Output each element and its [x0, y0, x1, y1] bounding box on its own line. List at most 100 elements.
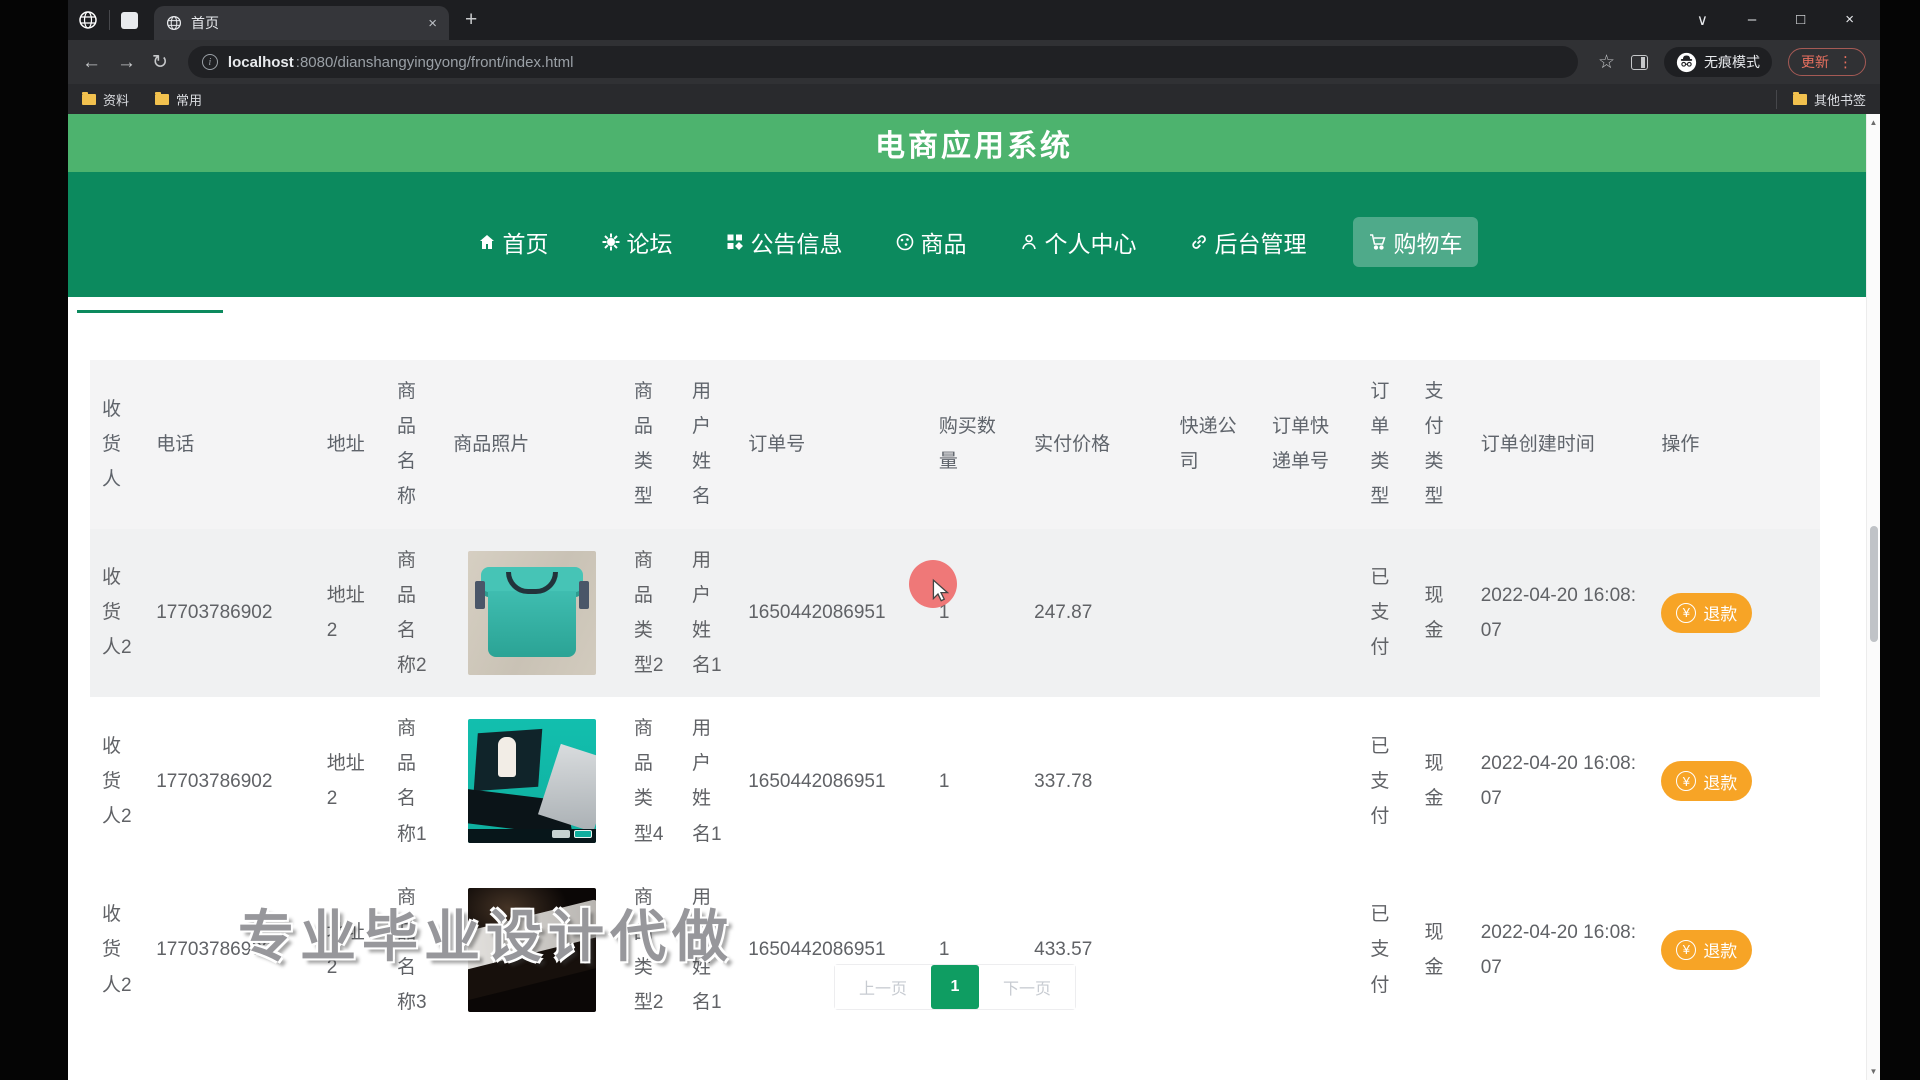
tab-favicon-globe-icon [166, 15, 182, 31]
incognito-label: 无痕模式 [1704, 52, 1760, 72]
window-close-button[interactable]: × [1845, 11, 1854, 29]
bookmark-folder-changyong[interactable]: 常用 [155, 90, 202, 109]
bookmark-star-icon[interactable]: ☆ [1598, 53, 1615, 72]
grid-icon [725, 232, 745, 252]
cell-pay-type: 现金 [1413, 529, 1469, 698]
nav-item-cart[interactable]: 购物车 [1353, 217, 1478, 267]
browser-update-button[interactable]: 更新 ⋮ [1788, 48, 1866, 76]
globe-icon [895, 232, 915, 252]
tab-title: 首页 [191, 13, 419, 33]
cart-icon [1368, 232, 1388, 252]
folder-icon [1793, 94, 1807, 105]
page-scrollbar[interactable]: ▲ ▼ [1866, 114, 1880, 1080]
titlebar-separator [109, 10, 110, 30]
app-icon [121, 12, 138, 29]
cell-quantity: 1 [927, 529, 1022, 698]
scrollbar-thumb[interactable] [1870, 526, 1878, 642]
yuan-icon: ¥ [1676, 771, 1696, 791]
main-nav: 首页 论坛 公告信息 商品 个人中心 后台管理 [68, 172, 1880, 297]
cell-tracking-no [1260, 529, 1358, 698]
url-host: localhost [228, 54, 294, 71]
nav-item-products[interactable]: 商品 [889, 217, 973, 267]
cell-product-name: 商品名称1 [385, 697, 441, 866]
col-price: 实付价格 [1022, 360, 1168, 529]
cell-user-name: 用户姓名1 [680, 529, 736, 698]
col-created: 订单创建时间 [1469, 360, 1650, 529]
col-receiver: 收货人 [90, 360, 144, 529]
home-icon [477, 232, 497, 252]
pagination-page-1[interactable]: 1 [931, 965, 979, 1009]
col-courier: 快递公司 [1168, 360, 1260, 529]
folder-icon [82, 94, 96, 105]
cell-created: 2022-04-20 16:08:07 [1469, 697, 1650, 866]
cell-product-photo [441, 529, 622, 698]
window-maximize-button[interactable]: □ [1796, 11, 1805, 29]
col-user-name: 用户姓名 [680, 360, 736, 529]
scrollbar-up-arrow-icon[interactable]: ▲ [1867, 118, 1880, 127]
link-icon [1189, 232, 1209, 252]
browser-titlebar: 首页 × + ∨ – □ × [68, 0, 1880, 40]
forward-button[interactable]: → [117, 53, 136, 72]
yuan-icon: ¥ [1676, 603, 1696, 623]
other-bookmarks[interactable]: 其他书签 [1776, 90, 1866, 109]
url-bar[interactable]: i localhost :8080/dianshangyingyong/fron… [188, 46, 1578, 78]
nav-item-announcements[interactable]: 公告信息 [719, 217, 849, 267]
cell-product-photo [441, 697, 622, 866]
product-photo-laptop-figure[interactable] [468, 719, 596, 843]
nav-item-personal-center[interactable]: 个人中心 [1013, 217, 1143, 267]
side-panel-icon[interactable] [1631, 55, 1648, 70]
browser-logo-icon [78, 10, 98, 30]
col-actions: 操作 [1649, 360, 1820, 529]
cell-order-no: 1650442086951 [736, 529, 927, 698]
mouse-cursor-icon [928, 578, 954, 604]
back-button[interactable]: ← [82, 53, 101, 72]
window-minimize-button[interactable]: – [1748, 11, 1756, 29]
refund-button[interactable]: ¥ 退款 [1661, 761, 1752, 801]
col-quantity: 购买数量 [927, 360, 1022, 529]
cell-action: ¥ 退款 [1649, 529, 1820, 698]
cell-product-type: 商品类型2 [622, 529, 680, 698]
cell-order-status: 已支付 [1358, 697, 1412, 866]
browser-toolbar: ← → ↻ i localhost :8080/dianshangyingyon… [68, 40, 1880, 84]
site-title: 电商应用系统 [875, 121, 1073, 165]
active-tab-underline [77, 310, 223, 313]
incognito-badge: 无痕模式 [1664, 47, 1772, 77]
pagination-prev-button[interactable]: 上一页 [835, 965, 931, 1009]
tab-close-icon[interactable]: × [428, 15, 437, 32]
nav-item-home[interactable]: 首页 [471, 217, 555, 267]
nav-item-forum[interactable]: 论坛 [595, 217, 679, 267]
cell-price: 247.87 [1022, 529, 1168, 698]
window-controls: ∨ – □ × [1697, 11, 1854, 29]
col-product-type: 商品类型 [622, 360, 680, 529]
table-header-row: 收货人 电话 地址 商品名称 商品照片 商品类型 用户姓名 订单号 购买数量 实… [90, 360, 1820, 529]
cell-product-name: 商品名称2 [385, 529, 441, 698]
window-menu-icon[interactable]: ∨ [1697, 11, 1708, 29]
col-tracking-no: 订单快递单号 [1260, 360, 1358, 529]
cell-tracking-no [1260, 697, 1358, 866]
yuan-icon: ¥ [1676, 940, 1696, 960]
bookmark-folder-ziliao[interactable]: 资料 [82, 90, 129, 109]
pagination-next-button[interactable]: 下一页 [979, 965, 1075, 1009]
nav-item-admin[interactable]: 后台管理 [1183, 217, 1313, 267]
cell-order-status: 已支付 [1358, 529, 1412, 698]
cell-action: ¥ 退款 [1649, 697, 1820, 866]
site-info-icon[interactable]: i [202, 54, 218, 70]
col-pay-type: 支付类型 [1413, 360, 1469, 529]
product-photo-storage-box[interactable] [468, 551, 596, 675]
browser-tab[interactable]: 首页 × [154, 6, 449, 40]
table-row: 收货人2 17703786902 地址2 商品名称2 商品类型2 用户姓名1 1… [90, 529, 1820, 698]
cell-order-no: 1650442086951 [736, 697, 927, 866]
scrollbar-down-arrow-icon[interactable]: ▼ [1867, 1067, 1880, 1076]
update-label: 更新 [1801, 52, 1829, 72]
col-order-no: 订单号 [736, 360, 927, 529]
site-header: 电商应用系统 [68, 114, 1880, 172]
browser-menu-dots-icon[interactable]: ⋮ [1838, 53, 1853, 71]
url-path: :8080/dianshangyingyong/front/index.html [296, 54, 574, 71]
cell-address: 地址2 [315, 697, 385, 866]
new-tab-button[interactable]: + [465, 8, 477, 32]
col-product-photo: 商品照片 [441, 360, 622, 529]
col-order-type: 订单类型 [1358, 360, 1412, 529]
col-product-name: 商品名称 [385, 360, 441, 529]
refund-button[interactable]: ¥ 退款 [1661, 593, 1752, 633]
reload-button[interactable]: ↻ [152, 53, 168, 72]
